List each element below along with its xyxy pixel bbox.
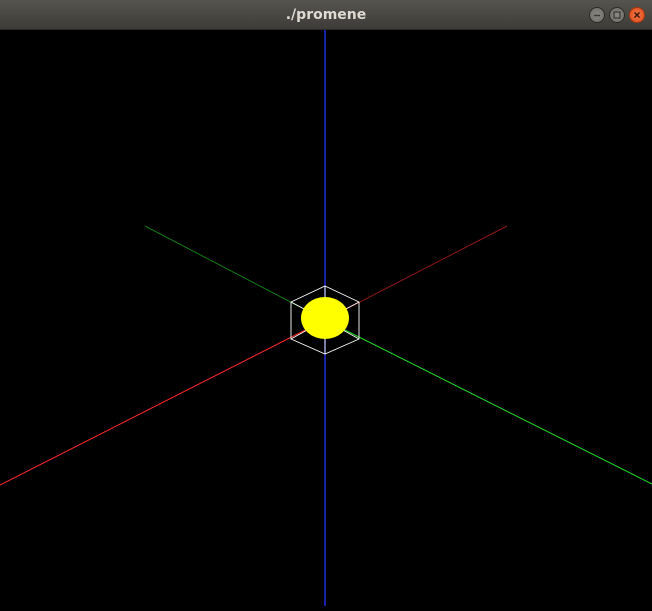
scene-canvas: [0, 30, 652, 606]
maximize-icon[interactable]: [609, 7, 625, 23]
yellow-sphere: [301, 297, 349, 339]
window-title: ./promene: [285, 7, 367, 23]
window-titlebar[interactable]: ./promene: [0, 0, 652, 30]
gl-viewport[interactable]: [0, 30, 652, 606]
close-icon[interactable]: [629, 7, 645, 23]
x-axis-negative: [0, 319, 326, 486]
minimize-icon[interactable]: [589, 7, 605, 23]
y-axis-positive: [324, 319, 652, 485]
